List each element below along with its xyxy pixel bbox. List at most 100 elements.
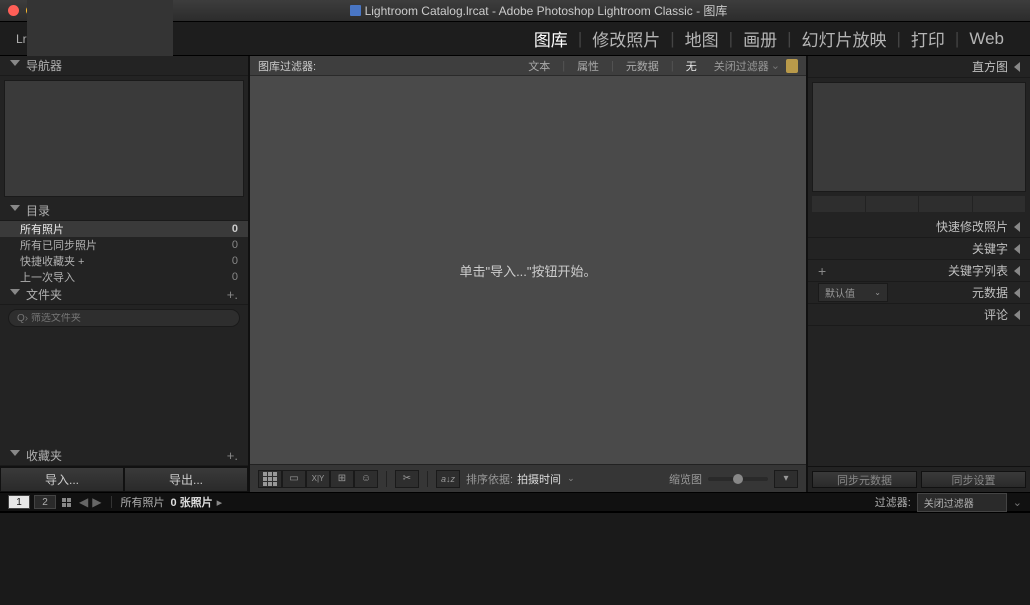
sort-value[interactable]: 拍摄时间 (517, 471, 561, 487)
keyword-list-header[interactable]: + 关键字列表 (808, 260, 1030, 282)
catalog-item[interactable]: 所有照片 0 (0, 221, 248, 237)
compare-view-button[interactable]: X|Y (306, 470, 330, 488)
sort-direction-button[interactable]: a↓z (436, 470, 460, 488)
photo-count: 0 张照片 (170, 494, 212, 510)
window-title: Lightroom Catalog.lrcat - Adobe Photosho… (55, 2, 1022, 19)
folders-label: 文件夹 (26, 286, 62, 303)
add-collection-icon[interactable]: +. (227, 448, 238, 463)
catalog-item-label: 所有照片 (20, 221, 64, 237)
import-button[interactable]: 导入... (0, 467, 124, 492)
grid-view-button[interactable] (258, 470, 282, 488)
page-1-button[interactable]: 1 (8, 495, 30, 509)
navigator-label: 导航器 (26, 57, 62, 74)
histogram-header[interactable]: 直方图 (808, 56, 1030, 78)
chevron-left-icon (1014, 266, 1020, 276)
lightroom-logo: Lr (16, 32, 27, 46)
thumbnail-size-slider[interactable] (708, 477, 768, 481)
empty-state-message: 单击"导入..."按钮开始。 (459, 261, 596, 280)
catalog-item-count: 0 (232, 223, 238, 235)
comments-header[interactable]: 评论 (808, 304, 1030, 326)
chevron-left-icon (1014, 244, 1020, 254)
catalog-item[interactable]: 上一次导入 0 (0, 269, 248, 285)
module-tab-0[interactable]: 图库 (524, 26, 578, 51)
catalog-item[interactable]: 所有已同步照片0 (0, 237, 248, 253)
catalog-label: 目录 (26, 202, 50, 219)
filter-menu-icon[interactable]: ⌄ (1013, 496, 1022, 509)
keywords-label: 关键字 (972, 240, 1008, 257)
metadata-label: 元数据 (972, 284, 1008, 301)
window-title-text: Lightroom Catalog.lrcat - Adobe Photosho… (365, 2, 728, 19)
chevron-left-icon (1014, 288, 1020, 298)
module-tab-4[interactable]: 幻灯片放映 (792, 26, 897, 51)
prev-arrow-icon[interactable]: ◀ (77, 495, 90, 509)
sync-buttons: 同步元数据 同步设置 (808, 466, 1030, 492)
page-2-button[interactable]: 2 (34, 495, 56, 509)
painter-tool-button[interactable]: ✂ (395, 470, 419, 488)
navigator-preview[interactable] (4, 80, 244, 197)
chevron-left-icon (1014, 62, 1020, 72)
right-panel: 直方图 快速修改照片 关键字 + 关键字列表 默认值⌄ 元数据 评论 (808, 56, 1030, 492)
catalog-item-count: 0 (232, 271, 238, 283)
navigator-header[interactable]: 导航器 (0, 56, 248, 76)
sync-metadata-button[interactable]: 同步元数据 (812, 471, 917, 488)
sync-settings-button[interactable]: 同步设置 (921, 471, 1026, 488)
catalog-item[interactable]: 快捷收藏夹 + 0 (0, 253, 248, 269)
breadcrumb-arrow-icon[interactable]: ▸ (217, 496, 223, 509)
collections-header[interactable]: 收藏夹 +. (0, 446, 248, 466)
filter-option[interactable]: 文本 (523, 58, 555, 74)
filter-option[interactable]: 无 (681, 58, 702, 74)
chevron-down-icon[interactable]: ⌄ (567, 473, 575, 484)
import-export-row: 导入... 导出... (0, 466, 248, 492)
export-button[interactable]: 导出... (124, 467, 248, 492)
grid-icon[interactable] (62, 498, 71, 507)
keyword-list-label: 关键字列表 (948, 262, 1008, 279)
filmstrip-filter-dropdown[interactable]: 关闭过滤器 (917, 493, 1007, 512)
lock-icon[interactable] (786, 59, 798, 73)
sort-label: 排序依据: (466, 471, 513, 487)
metadata-header[interactable]: 默认值⌄ 元数据 (808, 282, 1030, 304)
filmstrip[interactable] (0, 512, 1030, 590)
grid-view-canvas[interactable]: 单击"导入..."按钮开始。 (250, 76, 806, 464)
folder-search[interactable] (8, 309, 240, 327)
module-tab-5[interactable]: 打印 (901, 26, 955, 51)
survey-view-button[interactable]: ⊞ (330, 470, 354, 488)
folder-search-input[interactable] (17, 313, 231, 324)
metadata-preset-dropdown[interactable]: 默认值⌄ (818, 283, 888, 302)
chevron-icon[interactable]: ⌄ (771, 59, 780, 72)
add-keyword-icon[interactable]: + (818, 263, 826, 279)
close-filter-button[interactable]: 关闭过滤器 (714, 58, 769, 74)
secondary-toolbar: 1 2 ◀ ▶ 所有照片 0 张照片 ▸ 过滤器: 关闭过滤器 ⌄ (0, 492, 1030, 512)
loupe-view-button[interactable]: ▭ (282, 470, 306, 488)
catalog-item-label: 所有已同步照片 (20, 237, 97, 253)
chevron-left-icon (1014, 222, 1020, 232)
chevron-left-icon (1014, 310, 1020, 320)
module-tab-1[interactable]: 修改照片 (582, 26, 670, 51)
next-arrow-icon[interactable]: ▶ (90, 495, 103, 509)
catalog-item-label: 上一次导入 (20, 269, 75, 285)
folders-header[interactable]: 文件夹 +. (0, 285, 248, 305)
module-tab-3[interactable]: 画册 (733, 26, 787, 51)
module-tab-6[interactable]: Web (959, 29, 1014, 49)
module-picker-bar: Lr Adobe Lightroom Classic CC 开始使用 Light… (0, 22, 1030, 56)
filter-option[interactable]: 属性 (572, 58, 604, 74)
module-tabs: 图库|修改照片|地图|画册|幻灯片放映|打印|Web (524, 26, 1014, 51)
catalog-list: 所有照片 0 所有已同步照片0快捷收藏夹 + 0 上一次导入 0 (0, 221, 248, 285)
center-panel: 图库过滤器: 文本|属性|元数据|无 关闭过滤器 ⌄ 单击"导入..."按钮开始… (248, 56, 808, 492)
people-view-button[interactable]: ☺ (354, 470, 378, 488)
catalog-header[interactable]: 目录 (0, 201, 248, 221)
add-folder-icon[interactable]: +. (227, 287, 238, 302)
module-tab-2[interactable]: 地图 (675, 26, 729, 51)
catalog-item-label: 快捷收藏夹 + (20, 253, 84, 269)
filter-label: 图库过滤器: (258, 58, 316, 74)
histogram-label: 直方图 (972, 58, 1008, 75)
center-toolbar: ▭ X|Y ⊞ ☺ ✂ a↓z 排序依据: 拍摄时间 ⌄ 缩览图 ▾ (250, 464, 806, 492)
breadcrumb-path[interactable]: 所有照片 (120, 494, 164, 510)
histogram-display[interactable] (812, 82, 1026, 192)
comments-label: 评论 (984, 306, 1008, 323)
filter-option[interactable]: 元数据 (621, 58, 664, 74)
quick-develop-header[interactable]: 快速修改照片 (808, 216, 1030, 238)
chevron-down-icon (10, 450, 20, 461)
catalog-item-count: 0 (232, 255, 238, 267)
toolbar-menu-button[interactable]: ▾ (774, 470, 798, 488)
keywords-header[interactable]: 关键字 (808, 238, 1030, 260)
